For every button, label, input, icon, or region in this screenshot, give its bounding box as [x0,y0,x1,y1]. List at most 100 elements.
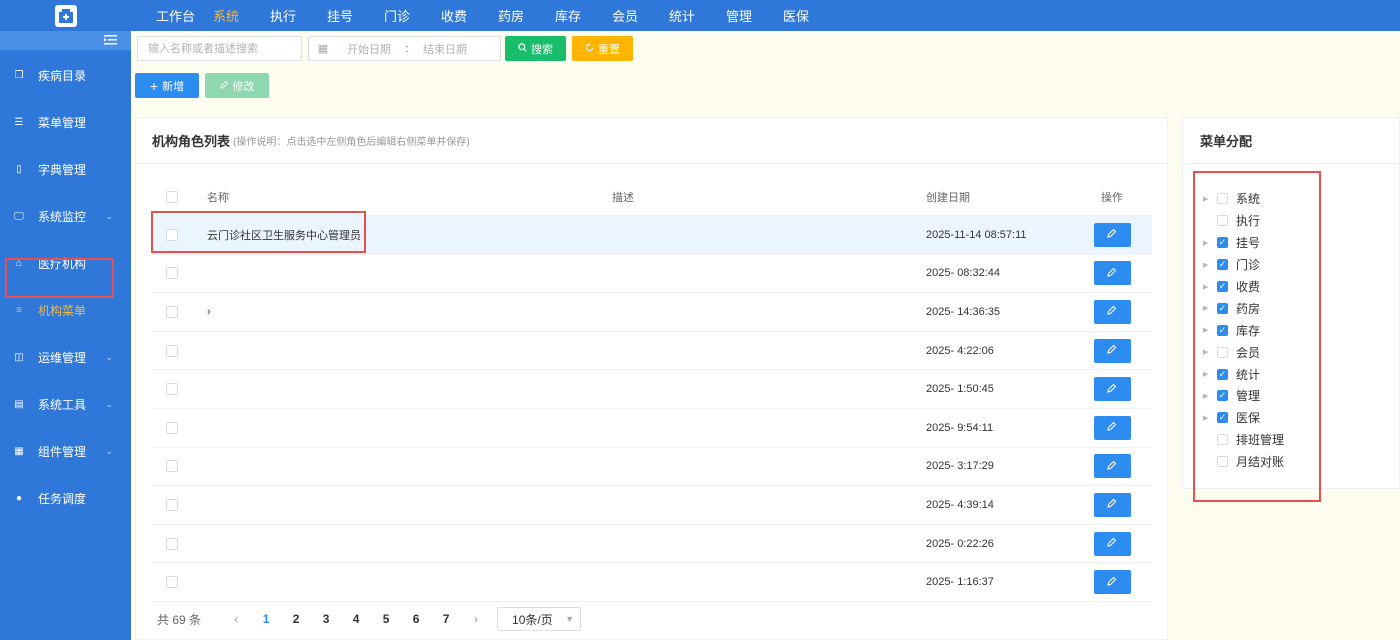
table-row[interactable]: 2025- 9:54:11 [152,409,1152,448]
menu-tree-node[interactable]: ▶ ✓ 门诊 [1203,254,1284,276]
topnav-item[interactable]: 收费 [441,6,498,25]
edit-button[interactable]: 修改 [205,73,269,98]
menu-tree-node[interactable]: ▶ ✓ 医保 [1203,407,1284,429]
edit-row-button[interactable] [1093,570,1131,595]
topnav-item[interactable]: 会员 [612,6,669,25]
caret-right-icon[interactable]: ▶ [1203,370,1217,378]
menu-node-checkbox[interactable]: ✓ [1217,237,1228,249]
row-checkbox[interactable] [166,305,178,318]
table-row[interactable]: 2025- 1:16:37 [152,563,1152,602]
sidebar-item[interactable]: ▤ 系统工具 ⌄ [0,381,131,428]
table-row[interactable]: › 2025- 14:36:35 [152,293,1152,332]
topnav-item[interactable]: 库存 [555,6,612,25]
collapse-menu-icon[interactable] [104,34,117,48]
app-logo[interactable] [0,0,131,31]
table-row[interactable]: 2025- 3:17:29 [152,448,1152,487]
date-range-picker[interactable]: ▦ 开始日期 : 结束日期 [308,36,501,61]
edit-row-button[interactable] [1093,299,1131,324]
menu-node-checkbox[interactable] [1217,193,1228,205]
topnav-item[interactable]: 管理 [726,6,783,25]
prev-page-icon[interactable]: ‹ [221,612,251,626]
sidebar-item[interactable]: ☰ 菜单管理 [0,99,131,146]
menu-node-checkbox[interactable] [1217,215,1228,227]
menu-tree-node[interactable]: ▶ 系统 [1203,188,1284,210]
row-checkbox[interactable] [166,498,178,511]
menu-tree-node[interactable]: ▶ 会员 [1203,341,1284,363]
next-page-icon[interactable]: › [461,612,491,626]
menu-node-checkbox[interactable] [1217,456,1228,468]
table-row[interactable]: 2025- 1:50:45 [152,370,1152,409]
caret-right-icon[interactable]: ▶ [1203,392,1217,400]
topnav-item[interactable]: 系统 [213,6,270,25]
date-start-field[interactable]: 开始日期 [337,41,401,57]
edit-row-button[interactable] [1093,338,1131,363]
page-number[interactable]: 2 [281,612,311,626]
row-checkbox[interactable] [166,460,178,473]
menu-node-checkbox[interactable] [1217,434,1228,446]
table-row[interactable]: 2025- 4:39:14 [152,486,1152,525]
caret-right-icon[interactable]: ▶ [1203,326,1217,334]
topnav-item[interactable]: 工作台 [156,6,213,25]
row-checkbox[interactable] [166,344,178,357]
menu-node-checkbox[interactable]: ✓ [1217,368,1228,380]
row-checkbox[interactable] [166,537,178,550]
page-number[interactable]: 7 [431,612,461,626]
menu-tree-node[interactable]: 月结对账 [1203,451,1284,473]
edit-row-button[interactable] [1093,415,1131,440]
caret-right-icon[interactable]: ▶ [1203,261,1217,269]
sidebar-item[interactable]: ❐ 疾病目录 [0,52,131,99]
search-button[interactable]: 搜索 [505,36,566,61]
sidebar-collapse-toggle[interactable] [0,31,131,50]
topnav-item[interactable]: 医保 [783,6,840,25]
edit-row-button[interactable] [1093,454,1131,479]
page-number[interactable]: 6 [401,612,431,626]
sidebar-item[interactable]: ◫ 运维管理 ⌄ [0,334,131,381]
menu-node-checkbox[interactable]: ✓ [1217,302,1228,314]
topnav-item[interactable]: 药房 [498,6,555,25]
caret-right-icon[interactable]: ▶ [1203,304,1217,312]
edit-row-button[interactable] [1093,531,1131,556]
topnav-item[interactable]: 门诊 [384,6,441,25]
topnav-item[interactable]: 统计 [669,6,726,25]
menu-tree-node[interactable]: ▶ ✓ 统计 [1203,363,1284,385]
caret-right-icon[interactable]: ▶ [1203,239,1217,247]
date-end-field[interactable]: 结束日期 [413,41,477,57]
reset-button[interactable]: 重置 [572,36,633,61]
caret-right-icon[interactable]: ▶ [1203,414,1217,422]
edit-row-button[interactable] [1093,492,1131,517]
page-number[interactable]: 4 [341,612,371,626]
row-checkbox[interactable] [166,267,178,280]
page-number[interactable]: 5 [371,612,401,626]
menu-node-checkbox[interactable]: ✓ [1217,281,1228,292]
row-checkbox[interactable] [166,421,178,434]
caret-right-icon[interactable]: ▶ [1203,348,1217,356]
topnav-item[interactable]: 挂号 [327,6,384,25]
row-checkbox[interactable] [166,383,178,396]
page-number[interactable]: 1 [251,612,281,626]
menu-tree-node[interactable]: ▶ ✓ 药房 [1203,297,1284,319]
select-all-checkbox[interactable] [166,190,178,203]
edit-row-button[interactable] [1093,222,1131,247]
table-row[interactable]: 2025- 0:22:26 [152,525,1152,564]
menu-tree-node[interactable]: ▶ ✓ 挂号 [1203,232,1284,254]
add-button[interactable]: + 新增 [135,73,199,98]
sidebar-item[interactable]: ▯ 字典管理 [0,146,131,193]
page-size-select[interactable]: 10条/页 ▼ [497,607,582,631]
menu-tree-node[interactable]: 执行 [1203,210,1284,232]
table-row[interactable]: 2025- 08:32:44 [152,255,1152,294]
topnav-item[interactable]: 执行 [270,6,327,25]
menu-node-checkbox[interactable] [1217,346,1228,358]
sidebar-item[interactable]: ▦ 组件管理 ⌄ [0,428,131,475]
sidebar-item[interactable]: ● 任务调度 [0,475,131,522]
sidebar-item[interactable]: 🖵 系统监控 ⌄ [0,193,131,240]
menu-node-checkbox[interactable]: ✓ [1217,412,1228,424]
edit-row-button[interactable] [1093,261,1131,286]
menu-tree-node[interactable]: ▶ ✓ 收费 [1203,276,1284,298]
search-input[interactable] [137,36,302,61]
page-number[interactable]: 3 [311,612,341,626]
table-row[interactable]: 2025- 4:22:06 [152,332,1152,371]
menu-tree-node[interactable]: 排班管理 [1203,429,1284,451]
menu-node-checkbox[interactable]: ✓ [1217,324,1228,336]
menu-node-checkbox[interactable]: ✓ [1217,390,1228,402]
row-checkbox[interactable] [166,576,178,589]
